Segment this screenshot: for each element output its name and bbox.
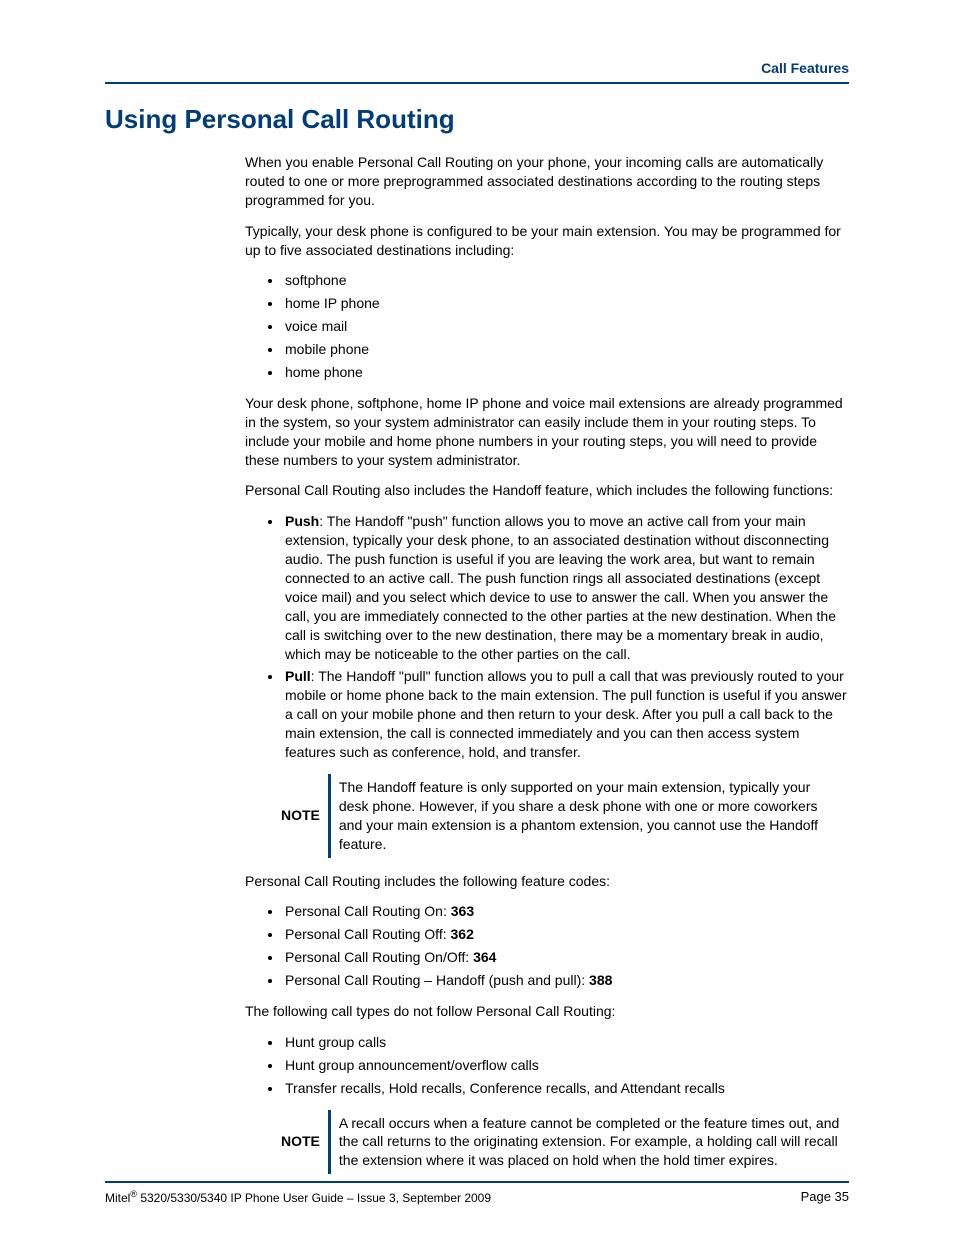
list-item: Transfer recalls, Hold recalls, Conferen…	[283, 1079, 849, 1098]
header-rule	[105, 82, 849, 84]
note-text: The Handoff feature is only supported on…	[329, 774, 849, 858]
note-text: A recall occurs when a feature cannot be…	[329, 1110, 849, 1175]
code-value: 364	[473, 949, 496, 965]
code-prefix: Personal Call Routing – Handoff (push an…	[285, 972, 589, 988]
push-text: : The Handoff "push" function allows you…	[285, 513, 836, 661]
code-prefix: Personal Call Routing On:	[285, 903, 451, 919]
footer-doc: 5320/5330/5340 IP Phone User Guide – Iss…	[137, 1191, 491, 1205]
note-box-2: NOTE A recall occurs when a feature cann…	[273, 1110, 849, 1175]
footer-page-number: Page 35	[801, 1189, 849, 1205]
page-title: Using Personal Call Routing	[105, 104, 849, 135]
page-footer: Mitel® 5320/5330/5340 IP Phone User Guid…	[105, 1181, 849, 1205]
section-header: Call Features	[105, 60, 849, 76]
list-item: softphone	[283, 271, 849, 290]
code-value: 362	[451, 926, 474, 942]
paragraph-5: Personal Call Routing includes the follo…	[245, 872, 849, 891]
registered-mark: ®	[130, 1189, 137, 1199]
note-box-1: NOTE The Handoff feature is only support…	[273, 774, 849, 858]
footer-line: Mitel® 5320/5330/5340 IP Phone User Guid…	[105, 1189, 849, 1205]
list-item: mobile phone	[283, 340, 849, 359]
handoff-functions-list: Push: The Handoff "push" function allows…	[245, 512, 849, 762]
feature-codes-list: Personal Call Routing On: 363 Personal C…	[245, 902, 849, 990]
list-item: home phone	[283, 363, 849, 382]
list-item: Personal Call Routing On: 363	[283, 902, 849, 921]
push-label: Push	[285, 513, 319, 529]
list-item-pull: Pull: The Handoff "pull" function allows…	[283, 667, 849, 761]
pull-text: : The Handoff "pull" function allows you…	[285, 668, 847, 760]
note-label: NOTE	[273, 1110, 329, 1175]
list-item: Personal Call Routing – Handoff (push an…	[283, 971, 849, 990]
paragraph-3: Your desk phone, softphone, home IP phon…	[245, 394, 849, 470]
footer-brand: Mitel	[105, 1191, 130, 1205]
excluded-calls-list: Hunt group calls Hunt group announcement…	[245, 1033, 849, 1098]
intro-paragraph-2: Typically, your desk phone is configured…	[245, 222, 849, 260]
paragraph-6: The following call types do not follow P…	[245, 1002, 849, 1021]
destinations-list: softphone home IP phone voice mail mobil…	[245, 271, 849, 381]
footer-left: Mitel® 5320/5330/5340 IP Phone User Guid…	[105, 1189, 491, 1205]
list-item: Personal Call Routing On/Off: 364	[283, 948, 849, 967]
paragraph-4: Personal Call Routing also includes the …	[245, 481, 849, 500]
pull-label: Pull	[285, 668, 311, 684]
list-item: home IP phone	[283, 294, 849, 313]
footer-rule	[105, 1181, 849, 1183]
code-value: 388	[589, 972, 612, 988]
content-area: When you enable Personal Call Routing on…	[245, 153, 849, 1174]
code-prefix: Personal Call Routing Off:	[285, 926, 451, 942]
list-item: voice mail	[283, 317, 849, 336]
list-item: Personal Call Routing Off: 362	[283, 925, 849, 944]
list-item-push: Push: The Handoff "push" function allows…	[283, 512, 849, 663]
code-value: 363	[451, 903, 474, 919]
code-prefix: Personal Call Routing On/Off:	[285, 949, 473, 965]
list-item: Hunt group calls	[283, 1033, 849, 1052]
document-page: Call Features Using Personal Call Routin…	[0, 0, 954, 1235]
note-label: NOTE	[273, 774, 329, 858]
intro-paragraph-1: When you enable Personal Call Routing on…	[245, 153, 849, 210]
list-item: Hunt group announcement/overflow calls	[283, 1056, 849, 1075]
